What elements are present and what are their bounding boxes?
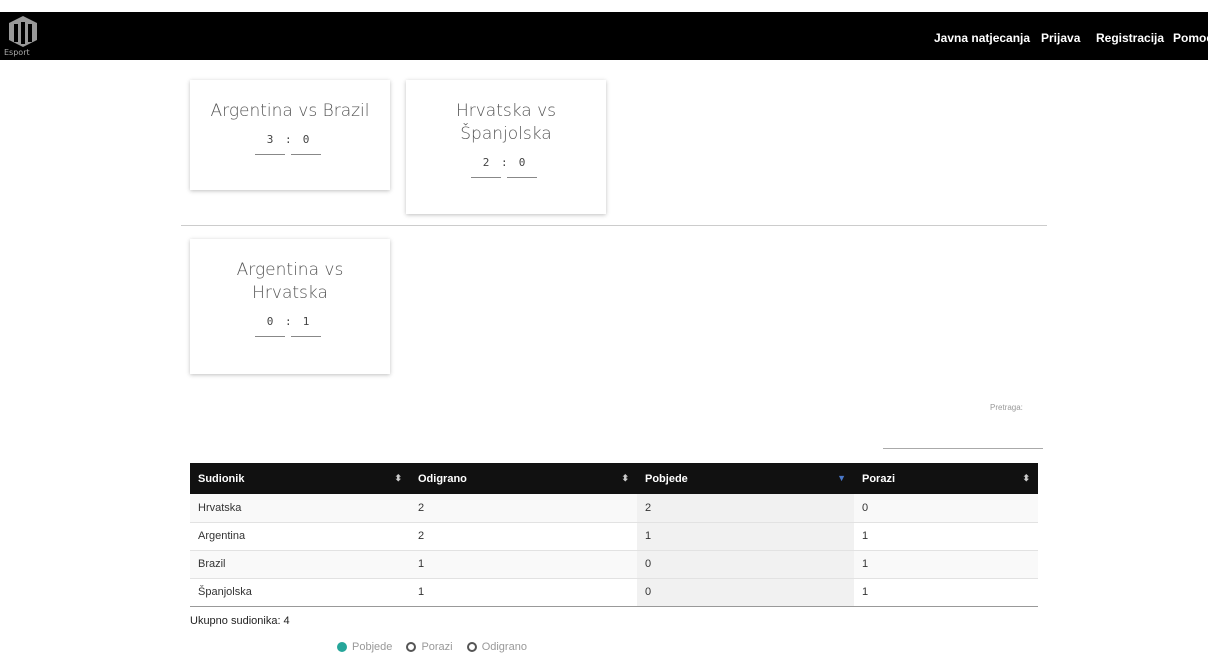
legend-odigrano[interactable]: Odigrano xyxy=(466,641,527,653)
match-card[interactable]: Hrvatska vs Španjolska 2 : 0 xyxy=(406,80,606,214)
nav-prijava[interactable]: Prijava xyxy=(1041,31,1080,45)
filled-dot-icon xyxy=(337,642,347,653)
hollow-dot-icon xyxy=(466,642,477,653)
sort-icon: ⬍ xyxy=(621,473,629,483)
score-away-input[interactable]: 1 xyxy=(291,315,321,337)
match-score: 2 : 0 xyxy=(471,156,541,180)
column-header-odigrano[interactable]: Odigrano ⬍ xyxy=(410,463,637,494)
match-score: 0 : 1 xyxy=(255,315,325,339)
score-home-input[interactable]: 2 xyxy=(471,156,501,178)
legend-porazi[interactable]: Porazi xyxy=(406,641,453,653)
match-title: Argentina vs Brazil xyxy=(210,101,370,121)
match-score: 3 : 0 xyxy=(255,133,325,157)
top-navbar: Esport Javna natjecanja Prijava Registra… xyxy=(0,0,1208,60)
nav-pomoc[interactable]: Pomoć xyxy=(1173,31,1208,45)
sort-desc-icon: ▼ xyxy=(837,473,846,483)
logo-label: Esport xyxy=(4,48,30,57)
standings-table: Sudionik ⬍ Odigrano ⬍ Pobjede ▼ Porazi ⬍ Hrv… xyxy=(190,463,1038,607)
table-row: Brazil 1 0 1 xyxy=(190,550,1038,579)
page-content: Argentina vs Brazil 3 : 0 Hrvatska vs Šp… xyxy=(0,60,1208,655)
match-title: Argentina vs Hrvatska xyxy=(236,260,344,303)
table-row: Španjolska 1 0 1 xyxy=(190,578,1038,607)
table-row: Argentina 2 1 1 xyxy=(190,522,1038,551)
nav-javna-natjecanja[interactable]: Javna natjecanja xyxy=(934,31,1030,45)
score-away-input[interactable]: 0 xyxy=(507,156,537,178)
column-header-porazi[interactable]: Porazi ⬍ xyxy=(854,463,1038,494)
search-label: Pretraga: xyxy=(990,403,1023,412)
participants-total: Ukupno sudionika: 4 xyxy=(190,615,290,627)
search-input[interactable] xyxy=(883,448,1043,449)
table-row: Hrvatska 2 2 0 xyxy=(190,494,1038,523)
match-card[interactable]: Argentina vs Brazil 3 : 0 xyxy=(190,80,390,190)
chart-legend: Pobjede Porazi Odigrano xyxy=(337,641,538,653)
column-header-sudionik[interactable]: Sudionik ⬍ xyxy=(190,463,410,494)
match-title: Hrvatska vs Španjolska xyxy=(455,101,557,144)
nav-registracija[interactable]: Registracija xyxy=(1096,31,1164,45)
score-home-input[interactable]: 0 xyxy=(255,315,285,337)
sort-icon: ⬍ xyxy=(1022,473,1030,483)
sort-icon: ⬍ xyxy=(394,473,402,483)
column-header-pobjede[interactable]: Pobjede ▼ xyxy=(637,463,854,494)
match-card[interactable]: Argentina vs Hrvatska 0 : 1 xyxy=(190,239,390,374)
score-away-input[interactable]: 0 xyxy=(291,133,321,155)
hollow-dot-icon xyxy=(406,642,417,653)
section-divider xyxy=(181,225,1047,226)
legend-pobjede[interactable]: Pobjede xyxy=(337,641,392,653)
score-home-input[interactable]: 3 xyxy=(255,133,285,155)
